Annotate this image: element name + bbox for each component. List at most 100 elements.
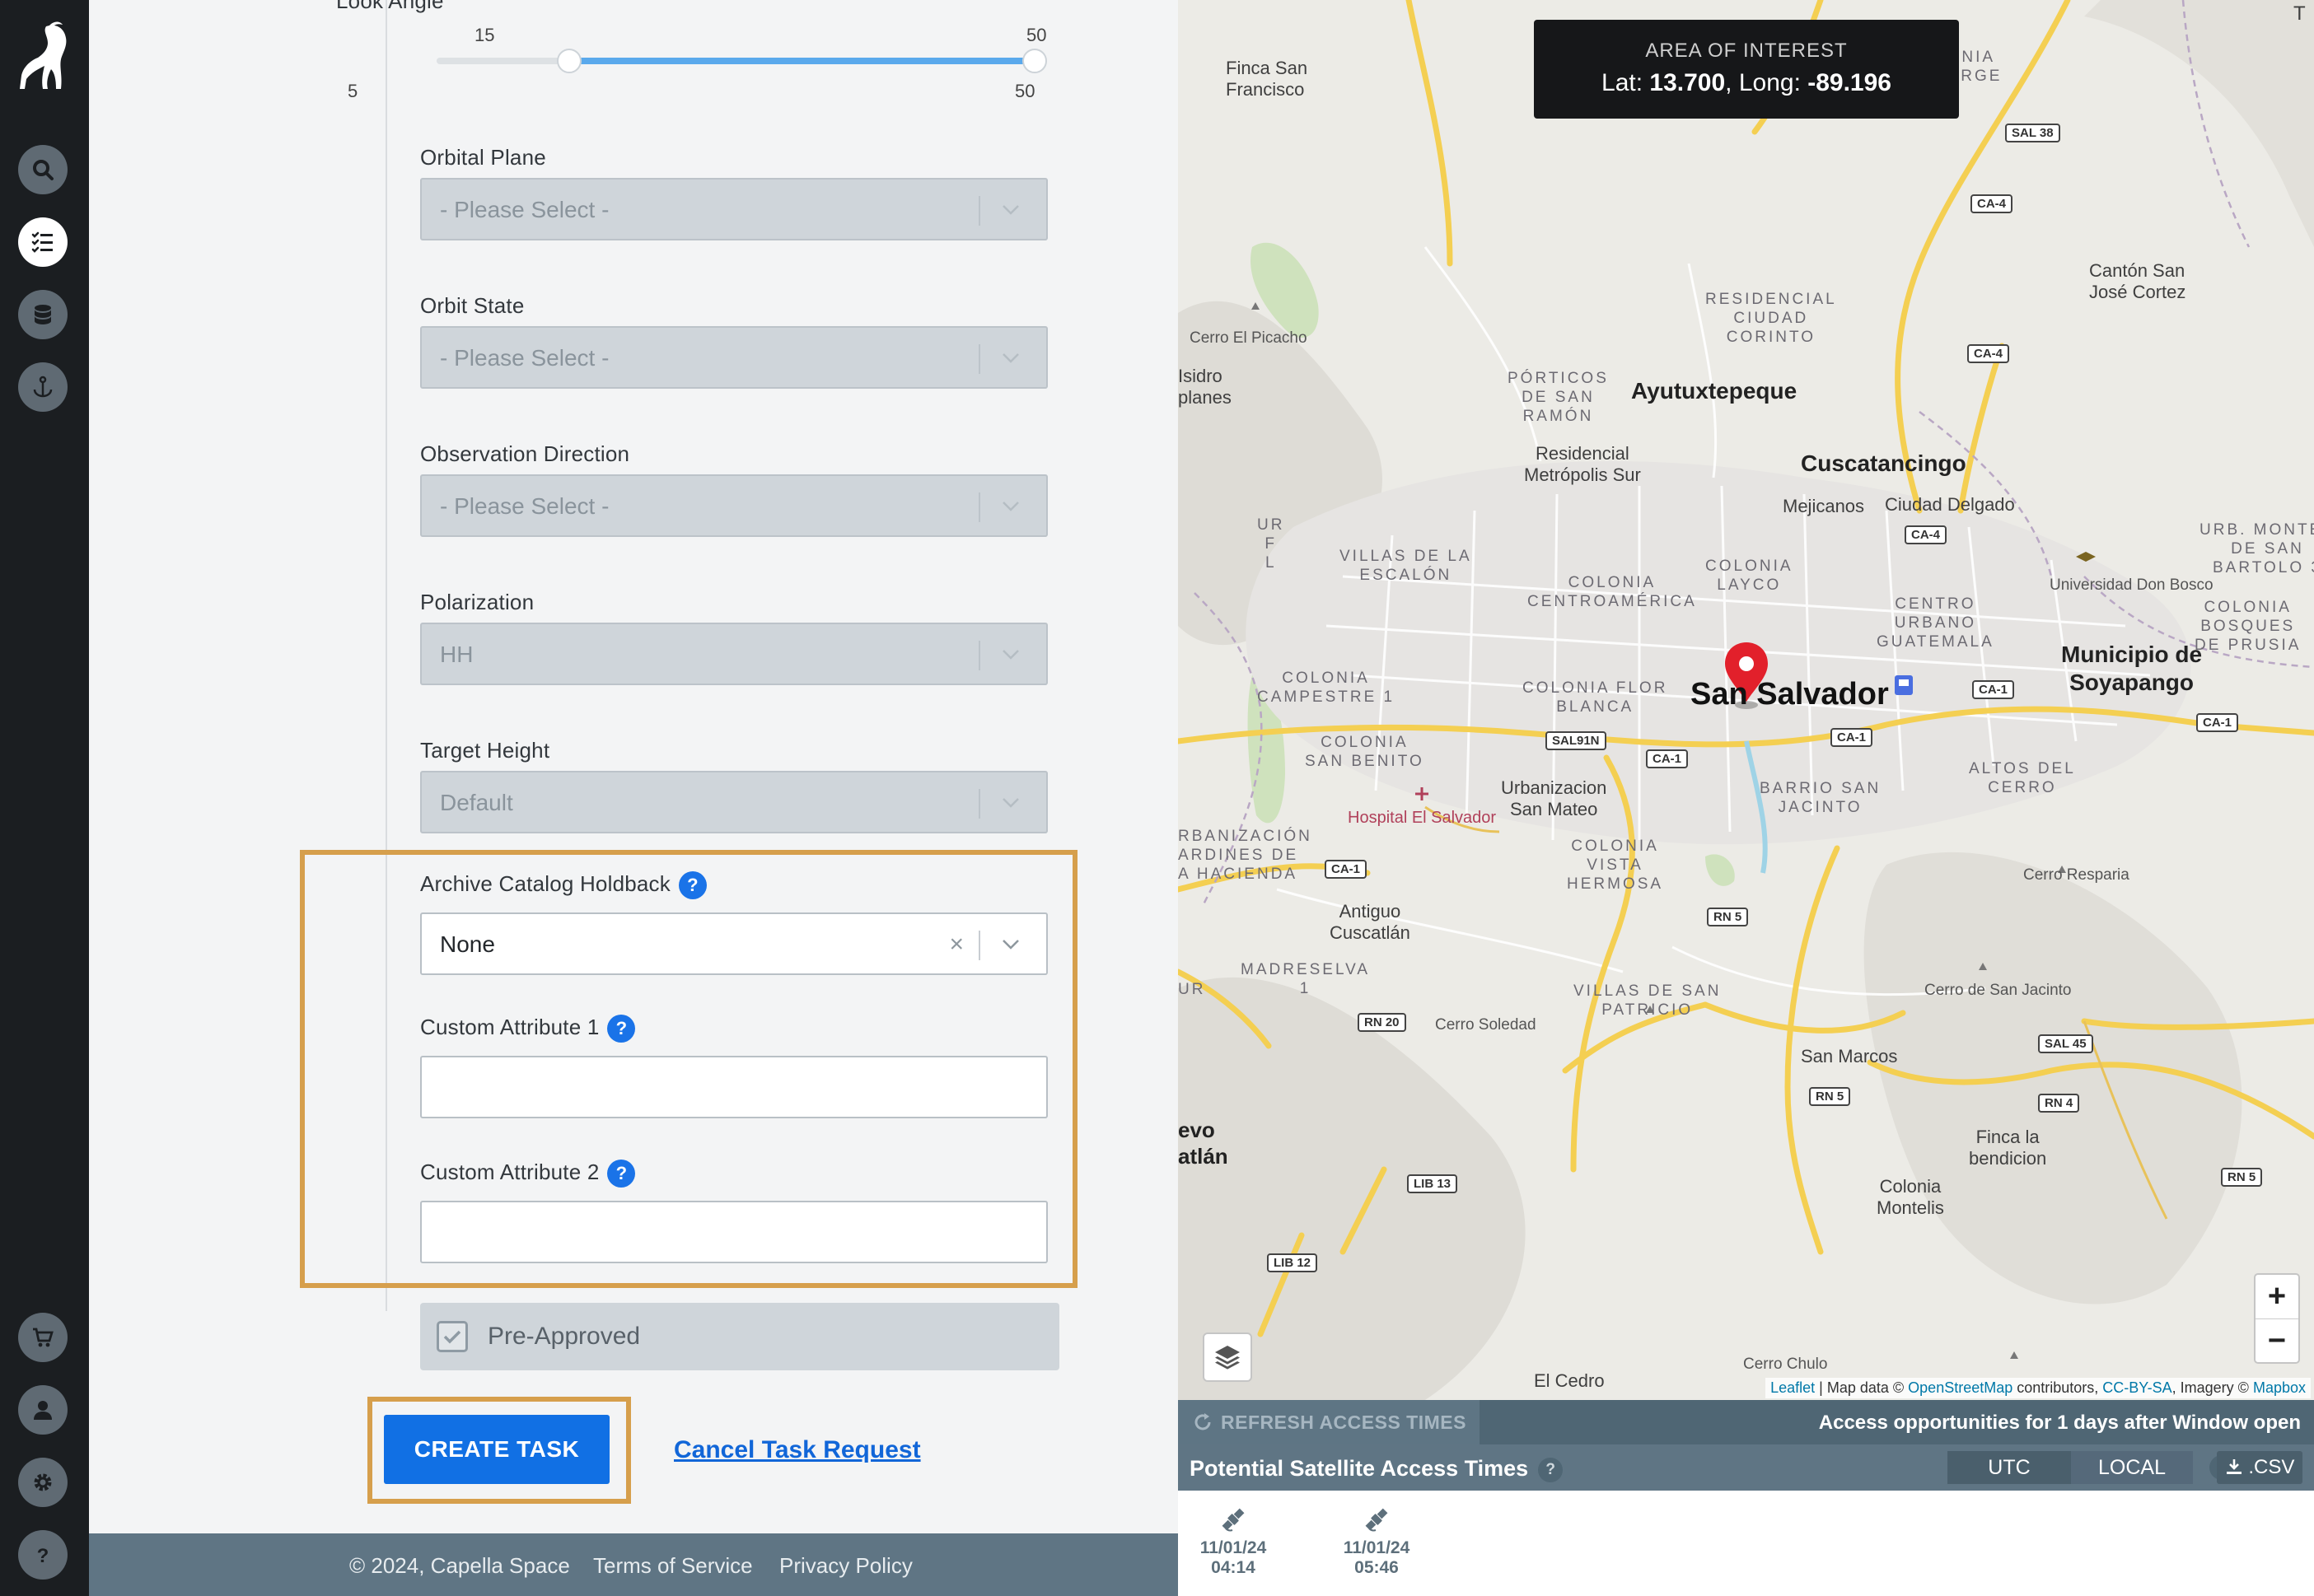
layers-icon	[1215, 1346, 1240, 1370]
custom-attribute-2-input[interactable]	[420, 1201, 1048, 1263]
select-separator	[979, 641, 980, 670]
archive-holdback-select[interactable]: None ×	[420, 912, 1048, 975]
place-hospital-el-salvador: Hospital El Salvador	[1348, 809, 1497, 827]
place-urfl: UR F L	[1257, 516, 1285, 572]
place-colonia-centroamerica: COLONIA CENTROAMÉRICA	[1527, 574, 1697, 610]
look-angle-slider[interactable]	[437, 49, 1047, 73]
look-angle-max-tick: 50	[1015, 81, 1035, 101]
task-form: Look Angle 15 50 5 50 Orbital Plane - Pl…	[89, 0, 1178, 1533]
road-shield-ca1: CA-1	[1325, 860, 1367, 879]
capella-logo-icon[interactable]	[15, 21, 72, 99]
place-bosques-de-prusia: COLONIA BOSQUES DE PRUSIA	[2195, 599, 2302, 654]
satellite-pass-item[interactable]: 11/01/24 04:14	[1188, 1505, 1279, 1578]
place-finca-la-bendicion: Finca la bendicion	[1969, 1127, 2047, 1169]
access-times-list: 11/01/24 04:14 11/01/24 05:46	[1178, 1491, 2314, 1596]
footer-copyright: © 2024, Capella Space	[349, 1553, 570, 1578]
look-angle-max-handle[interactable]	[1022, 49, 1047, 73]
anchor-icon[interactable]	[18, 362, 68, 412]
pre-approved-label: Pre-Approved	[488, 1323, 641, 1350]
aoi-lat-value: 13.700	[1649, 69, 1726, 96]
target-height-select[interactable]: Default	[420, 771, 1048, 833]
refresh-access-times-button[interactable]: REFRESH ACCESS TIMES	[1178, 1400, 1480, 1444]
road-shield-ca1: CA-1	[1972, 680, 2015, 699]
chevron-down-icon	[1003, 650, 1019, 660]
mapbox-link[interactable]: Mapbox	[2253, 1379, 2306, 1396]
local-toggle[interactable]: LOCAL	[2071, 1451, 2193, 1484]
access-header: Potential Satellite Access Times? UTC LO…	[1178, 1444, 2314, 1491]
chevron-down-icon	[1003, 798, 1019, 808]
polarization-select[interactable]: HH	[420, 623, 1048, 685]
help-icon[interactable]: ?	[18, 1530, 68, 1580]
gear-icon[interactable]	[18, 1458, 68, 1507]
place-san-salvador: San Salvador	[1690, 677, 1889, 712]
archive-holdback-help-icon[interactable]: ?	[678, 871, 707, 900]
aoi-long-label: , Long:	[1725, 69, 1808, 96]
place-ayutuxtepeque: Ayutuxtepeque	[1631, 378, 1797, 404]
orbital-plane-select[interactable]: - Please Select -	[420, 178, 1048, 240]
area-of-interest-panel: AREA OF INTEREST Lat: 13.700, Long: -89.…	[1534, 20, 1959, 119]
database-icon[interactable]	[18, 290, 68, 339]
osm-link[interactable]: OpenStreetMap	[1908, 1379, 2012, 1396]
place-antiguo-cuscatlan: Antiguo Cuscatlán	[1330, 901, 1410, 943]
satellite-icon	[1222, 1508, 1245, 1532]
zoom-out-button[interactable]: −	[2256, 1318, 2298, 1362]
cart-icon[interactable]	[18, 1313, 68, 1362]
chevron-down-icon[interactable]	[1002, 939, 1020, 950]
clear-icon[interactable]: ×	[949, 932, 964, 957]
orbit-state-value: - Please Select -	[440, 345, 610, 371]
place-centro-urbano-guatemala: CENTRO URBANO GUATEMALA	[1877, 595, 1994, 651]
leaflet-link[interactable]: Leaflet	[1770, 1379, 1815, 1396]
pass-date: 11/01/24	[1199, 1538, 1267, 1557]
look-angle-min-handle[interactable]	[557, 49, 582, 73]
footer-terms-link[interactable]: Terms of Service	[593, 1553, 753, 1579]
map-view[interactable]: Finca San Francisco LONIA JORGE T Cantón…	[1178, 0, 2314, 1400]
custom-attribute-1-input[interactable]	[420, 1056, 1048, 1118]
cancel-task-request-link[interactable]: Cancel Task Request	[674, 1436, 921, 1464]
pre-approved-checkbox[interactable]	[437, 1321, 468, 1352]
road-shield-ca4: CA-4	[1967, 344, 2010, 363]
access-title-text: Potential Satellite Access Times	[1190, 1456, 1529, 1481]
access-window-text: Access opportunities for 1 days after Wi…	[1818, 1412, 2301, 1434]
pre-approved-checkbox-row[interactable]: Pre-Approved	[420, 1303, 1059, 1370]
footer: © 2024, Capella Space Terms of Service P…	[89, 1533, 1178, 1596]
place-villas-de-san-patricio: VILLAS DE SAN PATRICIO	[1573, 982, 1722, 1019]
aoi-long-value: -89.196	[1807, 69, 1891, 96]
task-list-icon[interactable]	[18, 217, 68, 267]
place-villas-de-la-escalon: VILLAS DE LA ESCALÓN	[1339, 548, 1472, 584]
attribution-text: , Imagery ©	[2171, 1379, 2253, 1396]
search-icon[interactable]	[18, 145, 68, 194]
download-csv-button[interactable]: .CSV	[2217, 1451, 2302, 1484]
access-help-icon[interactable]: ?	[1538, 1457, 1564, 1482]
road-shield-sal38: SAL 38	[2005, 124, 2060, 142]
orbit-state-select[interactable]: - Please Select -	[420, 326, 1048, 389]
satellite-pass-item[interactable]: 11/01/24 05:46	[1331, 1505, 1422, 1578]
zoom-controls: + −	[2254, 1273, 2300, 1364]
zoom-in-button[interactable]: +	[2256, 1275, 2298, 1318]
cc-by-sa-link[interactable]: CC-BY-SA	[2102, 1379, 2171, 1396]
create-task-button[interactable]: CREATE TASK	[384, 1415, 610, 1484]
look-angle-range-fill	[569, 58, 1035, 64]
user-icon[interactable]	[18, 1385, 68, 1435]
place-canton-san-jose: Cantón San José Cortez	[2089, 260, 2186, 302]
custom-attribute-2-help-icon[interactable]: ?	[607, 1160, 636, 1188]
place-ciudad-delgado: Ciudad Delgado	[1885, 494, 2015, 515]
custom-attribute-1-help-icon[interactable]: ?	[607, 1015, 636, 1043]
observation-direction-select[interactable]: - Please Select -	[420, 474, 1048, 537]
place-cerro-de-san-jacinto: Cerro de San Jacinto	[1924, 982, 2072, 999]
archive-holdback-label: Archive Catalog Holdback?	[420, 871, 707, 900]
road-shield-rn5: RN 5	[1707, 908, 1749, 926]
archive-holdback-value: None	[440, 931, 495, 957]
orbit-state-label: Orbit State	[420, 293, 525, 318]
road-shield-ca1: CA-1	[1646, 749, 1689, 768]
target-height-value: Default	[440, 790, 513, 815]
utc-toggle[interactable]: UTC	[1947, 1451, 2071, 1484]
layers-button[interactable]	[1203, 1332, 1252, 1382]
attribution-text: contributors,	[2012, 1379, 2103, 1396]
place-el-cedro: El Cedro	[1534, 1370, 1605, 1391]
custom-attribute-2-label: Custom Attribute 2?	[420, 1160, 636, 1188]
road-shield-sal91n: SAL91N	[1545, 731, 1606, 750]
footer-privacy-link[interactable]: Privacy Policy	[779, 1553, 913, 1579]
sidebar: ?	[0, 0, 89, 1596]
polarization-label: Polarization	[420, 590, 535, 614]
pass-time: 05:46	[1354, 1558, 1399, 1577]
